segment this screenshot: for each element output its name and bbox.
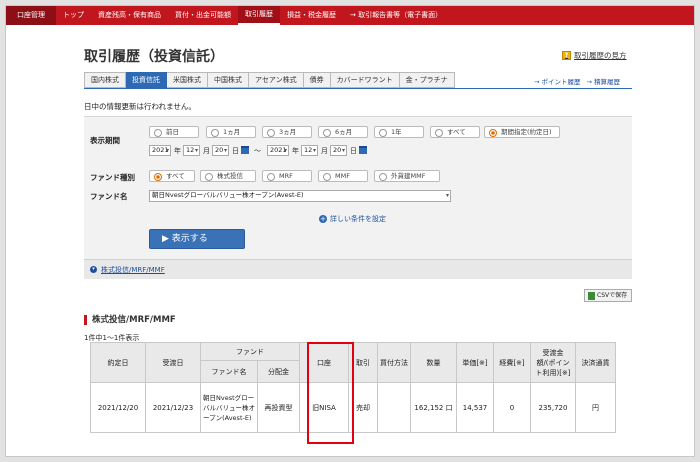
- tab-asean-stocks[interactable]: アセアン株式: [249, 72, 304, 88]
- to-day-select[interactable]: 20: [330, 145, 347, 156]
- top-navigation: 口座管理 トップ 資産残高・保有商品 買付・出金可能額 取引履歴 損益・税金履歴…: [6, 6, 694, 25]
- nav-account-management[interactable]: 口座管理: [6, 6, 56, 25]
- point-history-link[interactable]: → ポイント履歴: [534, 76, 581, 86]
- section-toggle-bar: ▾ 株式投信/MRF/MMF: [84, 259, 632, 279]
- header-distribution: 分配金: [257, 360, 300, 383]
- fund-name-label: ファンド名: [90, 192, 128, 201]
- results-title: 株式投信/MRF/MMF: [84, 315, 176, 325]
- tab-covered-warrants[interactable]: カバードワラント: [330, 72, 400, 88]
- results-table: 約定日 受渡日 ファンド 口座 取引 買付方法 数量 単価[※] 経費[※] 受…: [90, 342, 616, 433]
- section-toggle-link[interactable]: 株式投信/MRF/MMF: [101, 265, 165, 275]
- header-quantity: 数量: [410, 342, 457, 383]
- nav-buying-power[interactable]: 買付・出金可能額: [168, 6, 238, 25]
- fund-name-select[interactable]: 朝日Nvestグローバルバリュー株オープン(Avest-E): [149, 190, 451, 202]
- to-calendar-icon[interactable]: [359, 146, 367, 154]
- header-unit-price: 単価[※]: [456, 342, 494, 383]
- header-account: 口座: [299, 342, 349, 383]
- product-tabs: 国内株式 投資信託 米国株式 中国株式 アセアン株式 債券 カバードワラント 金…: [84, 72, 455, 88]
- table-row: 2021/12/20 2021/12/23 朝日Nvestグローバルバリュー株オ…: [90, 382, 616, 433]
- accumulation-history-link[interactable]: → 積算履歴: [587, 76, 621, 86]
- header-fund-name: ファンド名: [200, 360, 258, 383]
- cell-buy-method: [377, 382, 411, 433]
- to-year-select[interactable]: 2021: [267, 145, 289, 156]
- header-currency: 決済通貨: [575, 342, 616, 383]
- fund-type-radio-mmf[interactable]: MMF: [318, 170, 368, 182]
- fund-type-radio-all[interactable]: すべて: [149, 170, 195, 182]
- header-fee: 経費[※]: [493, 342, 531, 383]
- cell-settle-amount: 235,720: [530, 382, 576, 433]
- period-label: 表示期間: [90, 136, 120, 145]
- search-form: 表示期間 前日 1ヵ月 3ヵ月 6ヵ月 1年 すべて 期間指定(約定日) 202…: [84, 116, 632, 259]
- period-radio-1-month[interactable]: 1ヵ月: [206, 126, 256, 138]
- chevron-down-icon: ▾: [90, 266, 97, 273]
- tab-underline: [84, 88, 632, 89]
- to-month-unit: 月: [321, 147, 328, 155]
- csv-file-icon: [588, 291, 595, 300]
- header-trade-date[interactable]: 約定日: [90, 342, 146, 383]
- period-radio-custom[interactable]: 期間指定(約定日): [484, 126, 560, 138]
- period-radio-previous-day[interactable]: 前日: [149, 126, 199, 138]
- nav-top[interactable]: トップ: [56, 6, 91, 25]
- range-separator: 〜: [254, 147, 261, 155]
- from-month-select[interactable]: 12: [183, 145, 200, 156]
- update-notice: 日中の情報更新は行われません。: [84, 102, 196, 111]
- cell-fund-name[interactable]: 朝日Nvestグローバルバリュー株オープン(Avest-E): [200, 382, 258, 433]
- detail-conditions-link[interactable]: + 詳しい条件を設定: [319, 214, 386, 224]
- period-radio-1-year[interactable]: 1年: [374, 126, 424, 138]
- tab-gold-platinum[interactable]: 金・プラチナ: [399, 72, 455, 88]
- header-settle-amount: 受渡金額/(ポイント利用)[※]: [530, 342, 576, 383]
- header-fund: ファンド: [200, 342, 300, 361]
- period-radio-3-months[interactable]: 3ヵ月: [262, 126, 312, 138]
- to-month-select[interactable]: 12: [301, 145, 318, 156]
- cell-unit-price: 14,537: [456, 382, 494, 433]
- nav-asset-balance[interactable]: 資産残高・保有商品: [91, 6, 168, 25]
- tab-us-stocks[interactable]: 米国株式: [167, 72, 208, 88]
- plus-icon: +: [319, 215, 327, 223]
- display-button[interactable]: ▶ 表示する: [149, 229, 245, 249]
- csv-save-button[interactable]: CSVで保存: [584, 289, 633, 302]
- fund-type-label: ファンド種別: [90, 173, 135, 182]
- cell-currency: 円: [575, 382, 616, 433]
- nav-trade-reports[interactable]: → 取引報告書等（電子書面）: [343, 6, 449, 25]
- to-year-unit: 年: [292, 147, 299, 155]
- browser-frame: 口座管理 トップ 資産残高・保有商品 買付・出金可能額 取引履歴 損益・税金履歴…: [5, 5, 695, 457]
- from-year-unit: 年: [174, 147, 181, 155]
- fund-type-radio-foreign-mmf[interactable]: 外貨建MMF: [374, 170, 440, 182]
- period-radio-6-months[interactable]: 6ヵ月: [318, 126, 368, 138]
- cell-fee: 0: [493, 382, 531, 433]
- cell-account: 旧NISA: [299, 382, 349, 433]
- help-link[interactable]: ? 取引履歴の見方: [562, 50, 627, 61]
- help-link-label: 取引履歴の見方: [574, 51, 627, 60]
- period-radio-all[interactable]: すべて: [430, 126, 480, 138]
- from-calendar-icon[interactable]: [241, 146, 249, 154]
- nav-trade-history[interactable]: 取引履歴: [238, 6, 280, 25]
- header-settle-date[interactable]: 受渡日: [145, 342, 201, 383]
- csv-save-label: CSVで保存: [597, 292, 628, 299]
- tab-bonds[interactable]: 債券: [303, 72, 331, 88]
- tab-china-stocks[interactable]: 中国株式: [208, 72, 249, 88]
- from-day-select[interactable]: 20: [212, 145, 229, 156]
- cell-trade-date: 2021/12/20: [90, 382, 146, 433]
- history-links: → ポイント履歴 → 積算履歴: [534, 76, 620, 86]
- fund-type-radio-mrf[interactable]: MRF: [262, 170, 312, 182]
- help-book-icon: ?: [562, 51, 571, 60]
- nav-profit-tax-history[interactable]: 損益・税金履歴: [280, 6, 343, 25]
- cell-settle-date: 2021/12/23: [145, 382, 201, 433]
- cell-quantity: 162,152 口: [410, 382, 457, 433]
- cell-trade: 売却: [348, 382, 378, 433]
- from-year-select[interactable]: 2021: [149, 145, 171, 156]
- tab-investment-trusts[interactable]: 投資信託: [126, 72, 167, 88]
- from-day-unit: 日: [232, 147, 239, 155]
- page-title: 取引履歴（投資信託）: [84, 49, 224, 65]
- tab-domestic-stocks[interactable]: 国内株式: [84, 72, 126, 88]
- cell-distribution: 再投資型: [257, 382, 300, 433]
- fund-type-radio-stock[interactable]: 株式投信: [200, 170, 256, 182]
- from-month-unit: 月: [203, 147, 210, 155]
- detail-conditions-label: 詳しい条件を設定: [330, 215, 386, 223]
- header-trade: 取引: [348, 342, 378, 383]
- to-day-unit: 日: [350, 147, 357, 155]
- header-buy-method: 買付方法: [377, 342, 411, 383]
